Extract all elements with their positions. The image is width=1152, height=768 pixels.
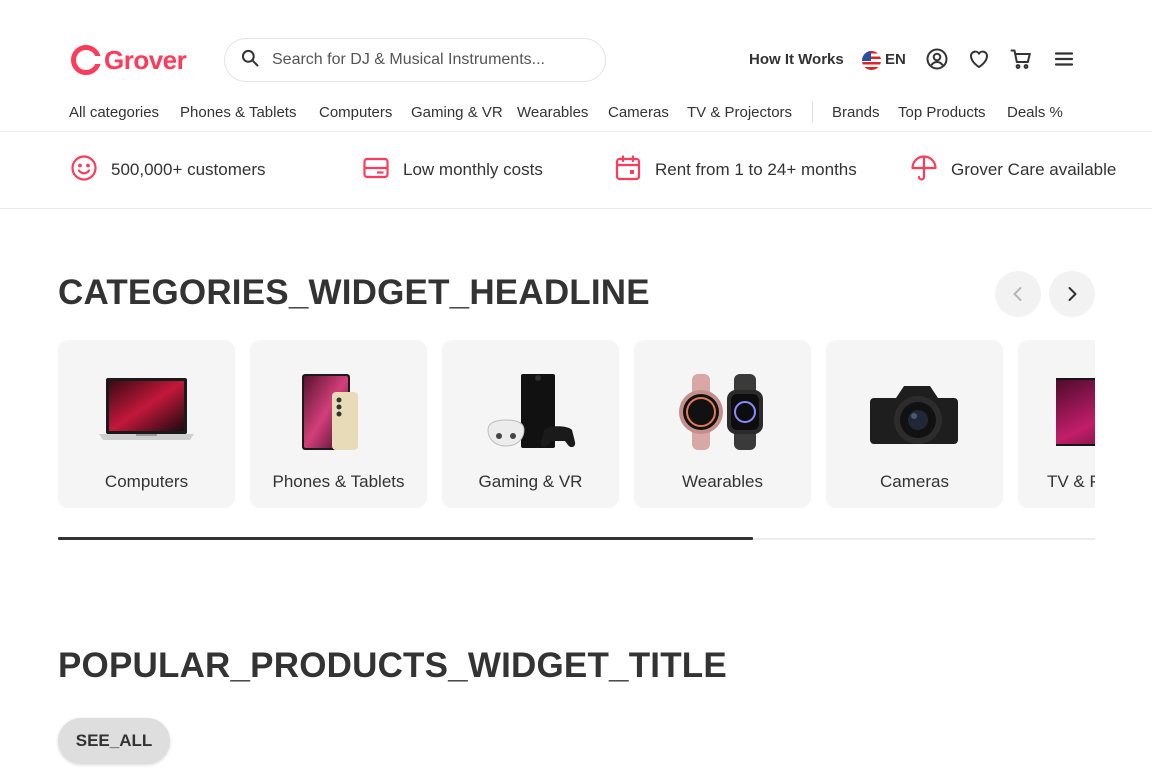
account-icon[interactable]: [925, 47, 949, 71]
category-label: Phones & Tablets: [272, 472, 405, 491]
menu-icon[interactable]: [1052, 47, 1076, 71]
category-card-wearables[interactable]: Wearables: [634, 340, 811, 508]
tv-image: [1056, 378, 1095, 446]
us-flag-icon: [862, 50, 881, 70]
carousel-prev-button[interactable]: [995, 271, 1041, 317]
nav-divider: [812, 101, 813, 123]
category-card-cameras[interactable]: Cameras: [826, 340, 1003, 508]
how-it-works-link[interactable]: How It Works: [749, 50, 844, 70]
camera-image: [870, 386, 958, 444]
search-input[interactable]: [272, 51, 592, 69]
smiley-icon: [70, 154, 98, 187]
see-all-button[interactable]: SEE_ALL: [58, 718, 170, 764]
benefit-costs: Low monthly costs: [349, 156, 543, 184]
benefit-text: Low monthly costs: [403, 160, 543, 179]
benefit-customers: 500,000+ customers: [57, 154, 266, 187]
language-selector[interactable]: EN: [862, 50, 906, 70]
category-card-tv-projectors[interactable]: TV & Projectors: [1018, 340, 1095, 508]
logo-text: Grover: [104, 45, 187, 75]
benefits-strip: 500,000+ customers Low monthly costs Ren…: [0, 132, 1152, 209]
chevron-right-icon: [1068, 287, 1077, 301]
laptop-image: [99, 378, 194, 440]
popular-products-title: POPULAR_PRODUCTS_WIDGET_TITLE: [58, 646, 727, 685]
nav-top-products[interactable]: Top Products: [898, 103, 986, 123]
category-label: Cameras: [880, 472, 949, 491]
search-icon[interactable]: [240, 48, 260, 73]
nav-gaming-vr[interactable]: Gaming & VR: [411, 103, 503, 123]
category-carousel[interactable]: Computers Phones & Tablets Gaming & VR W…: [58, 340, 1095, 510]
grover-logo[interactable]: Grover: [71, 44, 187, 76]
console-image: [487, 374, 576, 448]
benefit-care: Grover Care available: [897, 154, 1117, 187]
nav-deals[interactable]: Deals %: [1007, 103, 1063, 123]
benefit-months: Rent from 1 to 24+ months: [601, 154, 857, 187]
category-label: Computers: [104, 472, 189, 491]
category-card-computers[interactable]: Computers: [58, 340, 235, 508]
nav-cameras[interactable]: Cameras: [608, 103, 669, 123]
benefit-text: Grover Care available: [951, 160, 1117, 179]
umbrella-icon: [910, 154, 938, 187]
nav-phones-tablets[interactable]: Phones & Tablets: [180, 103, 296, 123]
smartwatch-image: [679, 374, 763, 450]
benefit-text: 500,000+ customers: [111, 160, 266, 179]
nav-tv-projectors[interactable]: TV & Projectors: [687, 103, 792, 123]
category-card-phones-tablets[interactable]: Phones & Tablets: [250, 340, 427, 508]
nav-wearables[interactable]: Wearables: [517, 103, 588, 123]
cart-icon[interactable]: [1009, 47, 1033, 71]
nav-computers[interactable]: Computers: [319, 103, 392, 123]
heart-icon[interactable]: [967, 47, 991, 71]
site-header: Grover How It Works EN All categories Ph…: [0, 0, 1152, 132]
category-label: Wearables: [682, 472, 763, 491]
category-label: TV & Projectors: [1046, 472, 1095, 491]
benefit-text: Rent from 1 to 24+ months: [655, 160, 857, 179]
chevron-left-icon: [1013, 287, 1022, 301]
category-label: Gaming & VR: [478, 472, 583, 491]
logo-ring-icon: [71, 45, 102, 75]
card-icon: [362, 154, 390, 187]
carousel-next-button[interactable]: [1049, 271, 1095, 317]
calendar-icon: [614, 154, 642, 187]
tablet-phone-image: [302, 374, 358, 450]
search-bar[interactable]: [224, 38, 606, 82]
carousel-scrollbar-thumb[interactable]: [58, 537, 753, 540]
nav-brands[interactable]: Brands: [832, 103, 880, 123]
category-card-gaming-vr[interactable]: Gaming & VR: [442, 340, 619, 508]
categories-headline: CATEGORIES_WIDGET_HEADLINE: [58, 273, 650, 312]
nav-all-categories[interactable]: All categories: [69, 103, 159, 123]
language-label: EN: [885, 51, 906, 68]
